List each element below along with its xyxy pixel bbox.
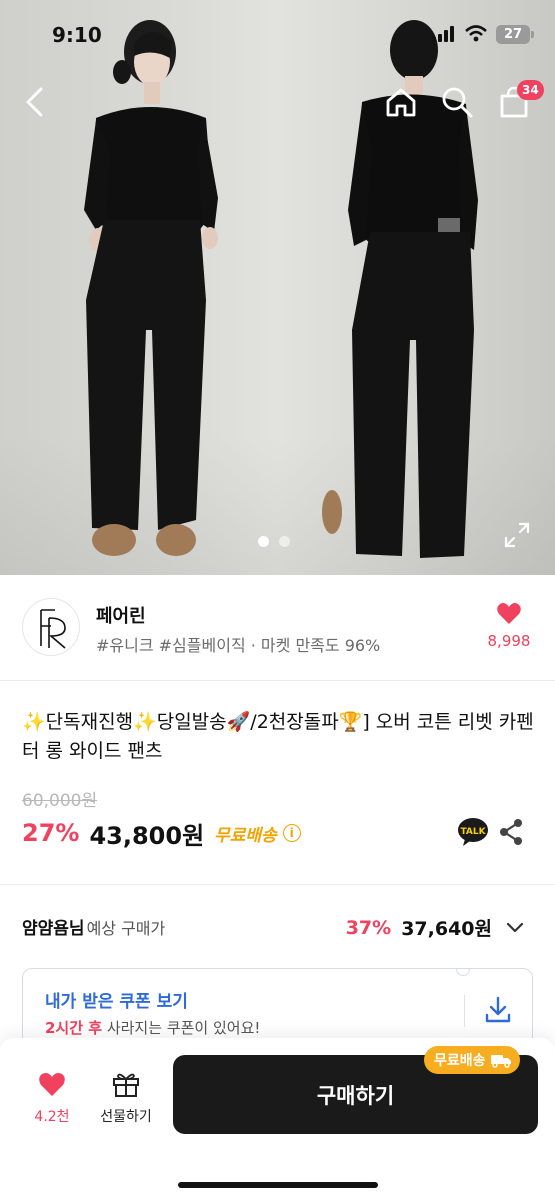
battery-indicator: 27 bbox=[496, 25, 534, 44]
chevron-left-icon bbox=[26, 87, 43, 117]
price-row: 27% 43,800원 무료배송 i bbox=[22, 816, 301, 850]
cart-count-badge: 34 bbox=[517, 80, 544, 100]
heart-icon bbox=[497, 603, 521, 624]
gallery-dot[interactable] bbox=[279, 536, 290, 547]
free-shipping-label: 무료배송 bbox=[214, 825, 277, 846]
expected-price-label: 예상 구매가 bbox=[86, 919, 166, 938]
coupon-time-highlight: 2시간 후 bbox=[45, 1019, 103, 1037]
wifi-icon bbox=[465, 25, 487, 42]
expected-discount: 37% bbox=[345, 916, 392, 939]
store-logo[interactable] bbox=[22, 598, 80, 656]
expected-price-row[interactable]: 얌얌욤님 예상 구매가 37% 37,640원 bbox=[22, 914, 534, 944]
kakao-talk-icon: TALK bbox=[458, 818, 488, 846]
download-icon[interactable] bbox=[483, 995, 513, 1025]
gallery-dot-active[interactable] bbox=[258, 536, 269, 547]
store-logo-mark bbox=[40, 609, 66, 649]
status-bar: 9:10 27 bbox=[0, 0, 555, 60]
gift-icon bbox=[113, 1073, 139, 1097]
store-like-count: 8,998 bbox=[487, 632, 531, 650]
status-time: 9:10 bbox=[52, 23, 102, 47]
coupon-title: 내가 받은 쿠폰 보기 bbox=[45, 992, 188, 1012]
search-button[interactable] bbox=[437, 82, 477, 122]
coupon-notch bbox=[456, 969, 470, 976]
back-button[interactable] bbox=[14, 82, 54, 122]
like-count: 4.2천 bbox=[34, 1109, 70, 1125]
home-button[interactable] bbox=[381, 82, 421, 122]
chevron-down-icon[interactable] bbox=[506, 919, 524, 937]
search-icon bbox=[442, 87, 473, 118]
svg-text:TALK: TALK bbox=[460, 827, 486, 837]
original-price: 60,000원 bbox=[22, 791, 98, 811]
truck-icon bbox=[490, 1055, 511, 1068]
product-image-gallery[interactable]: 9:10 27 34 bbox=[0, 0, 555, 575]
talk-button[interactable]: TALK bbox=[457, 817, 489, 847]
free-shipping-badge: 무료배송 bbox=[424, 1046, 520, 1074]
like-button[interactable]: 4.2천 bbox=[26, 1072, 78, 1126]
model-front-figure bbox=[84, 20, 218, 556]
store-name[interactable]: 페어린 bbox=[96, 602, 146, 628]
cellular-signal-icon bbox=[432, 26, 454, 42]
bottom-action-bar: 4.2천 선물하기 구매하기 무료배송 bbox=[0, 1038, 555, 1200]
expand-icon bbox=[504, 522, 530, 548]
store-like-button[interactable]: 8,998 bbox=[484, 602, 534, 650]
free-shipping-badge-text: 무료배송 bbox=[434, 1053, 486, 1069]
product-title: ✨단독재진행✨당일발송🚀/2천장돌파🏆] 오버 코튼 리벳 카펜터 롱 와이드 … bbox=[22, 711, 534, 762]
gift-label: 선물하기 bbox=[100, 1109, 152, 1125]
section-divider bbox=[0, 884, 555, 885]
info-icon[interactable]: i bbox=[282, 824, 301, 842]
store-row[interactable]: 페어린 #유니크 #심플베이직 · 마켓 만족도 96% 8,998 bbox=[0, 598, 555, 660]
coupon-box[interactable]: 내가 받은 쿠폰 보기 2시간 후 사라지는 쿠폰이 있어요! bbox=[22, 968, 533, 1046]
home-indicator bbox=[178, 1182, 378, 1188]
user-name: 얌얌욤님 bbox=[22, 919, 85, 939]
coupon-separator bbox=[464, 995, 465, 1027]
discount-rate: 27% bbox=[22, 819, 80, 847]
divider bbox=[0, 680, 555, 681]
fullscreen-button[interactable] bbox=[502, 520, 532, 550]
expected-price: 37,640원 bbox=[401, 918, 492, 940]
gallery-pagination bbox=[258, 536, 290, 547]
share-icon bbox=[500, 819, 522, 845]
expected-price-values: 37% 37,640원 bbox=[346, 914, 524, 941]
home-icon bbox=[386, 88, 416, 117]
heart-icon bbox=[39, 1073, 65, 1096]
store-tags: #유니크 #심플베이직 · 마켓 만족도 96% bbox=[96, 636, 381, 655]
coupon-subtitle-text: 사라지는 쿠폰이 있어요! bbox=[102, 1019, 261, 1037]
coupon-subtitle: 2시간 후 사라지는 쿠폰이 있어요! bbox=[45, 1017, 260, 1038]
sale-price: 43,800원 bbox=[89, 821, 205, 850]
share-button[interactable] bbox=[498, 818, 524, 846]
gift-button[interactable]: 선물하기 bbox=[94, 1070, 158, 1126]
